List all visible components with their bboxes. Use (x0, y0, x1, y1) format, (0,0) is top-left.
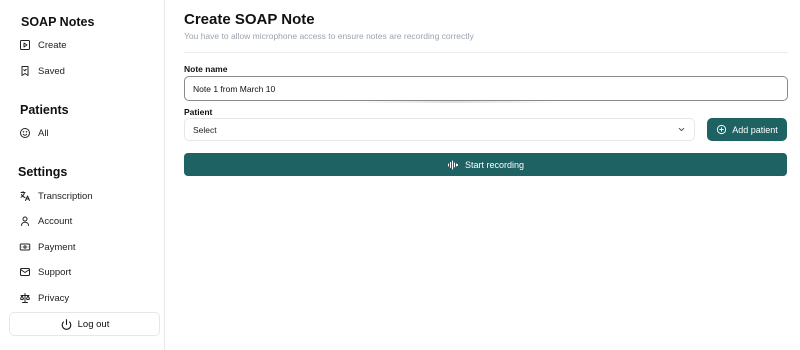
plus-circle-icon (717, 124, 727, 135)
translate-icon (18, 189, 32, 203)
add-patient-button[interactable]: Add patient (707, 118, 787, 141)
log-out-button[interactable]: Log out (9, 312, 160, 336)
sidebar-item-label: Create (38, 39, 67, 51)
sidebar-item-all[interactable]: All (18, 123, 49, 143)
sidebar-item-label: Support (38, 266, 72, 278)
settings-section-title: Settings (18, 165, 68, 179)
sidebar-item-label: All (38, 127, 49, 139)
sidebar-item-label: Privacy (38, 292, 70, 304)
mail-icon (18, 265, 32, 279)
sidebar-item-label: Payment (38, 241, 76, 253)
sidebar-item-privacy[interactable]: Privacy (18, 288, 69, 308)
note-name-label: Note name (184, 64, 228, 74)
sidebar-item-label: Transcription (38, 190, 93, 202)
header-divider (184, 52, 788, 53)
patients-section-title: Patients (20, 103, 69, 117)
sidebar-item-account[interactable]: Account (18, 211, 72, 231)
user-icon (18, 214, 32, 228)
patient-select[interactable]: Select (184, 118, 695, 141)
page-subtitle: You have to allow microphone access to e… (184, 31, 474, 41)
patient-label: Patient (184, 107, 213, 117)
soap-notes-section-title: SOAP Notes (21, 15, 95, 29)
sidebar-item-saved[interactable]: Saved (18, 61, 65, 81)
sidebar-item-create[interactable]: Create (18, 35, 67, 55)
smile-icon (18, 126, 32, 140)
scale-icon (18, 291, 32, 305)
log-out-label: Log out (77, 318, 110, 330)
input-focus-shadow (344, 101, 564, 103)
audio-lines-icon (447, 160, 458, 169)
sidebar-item-label: Account (38, 215, 73, 227)
note-name-input[interactable] (184, 76, 788, 101)
sidebar-item-payment[interactable]: Payment (18, 237, 76, 257)
start-recording-label: Start recording (464, 159, 525, 170)
page-title: Create SOAP Note (184, 11, 315, 28)
power-icon (61, 318, 72, 330)
chevron-down-icon (678, 127, 685, 132)
add-patient-label: Add patient (732, 124, 778, 135)
play-square-icon (18, 38, 32, 52)
sidebar-item-label: Saved (38, 65, 65, 77)
patient-select-value: Select (193, 124, 217, 135)
bookmark-icon (18, 64, 32, 78)
sidebar-item-transcription[interactable]: Transcription (18, 186, 93, 206)
sidebar-item-support[interactable]: Support (18, 262, 71, 282)
start-recording-button[interactable]: Start recording (184, 153, 787, 176)
sidebar: SOAP Notes Create Saved Patients All Set… (0, 0, 165, 350)
banknote-icon (18, 240, 32, 254)
